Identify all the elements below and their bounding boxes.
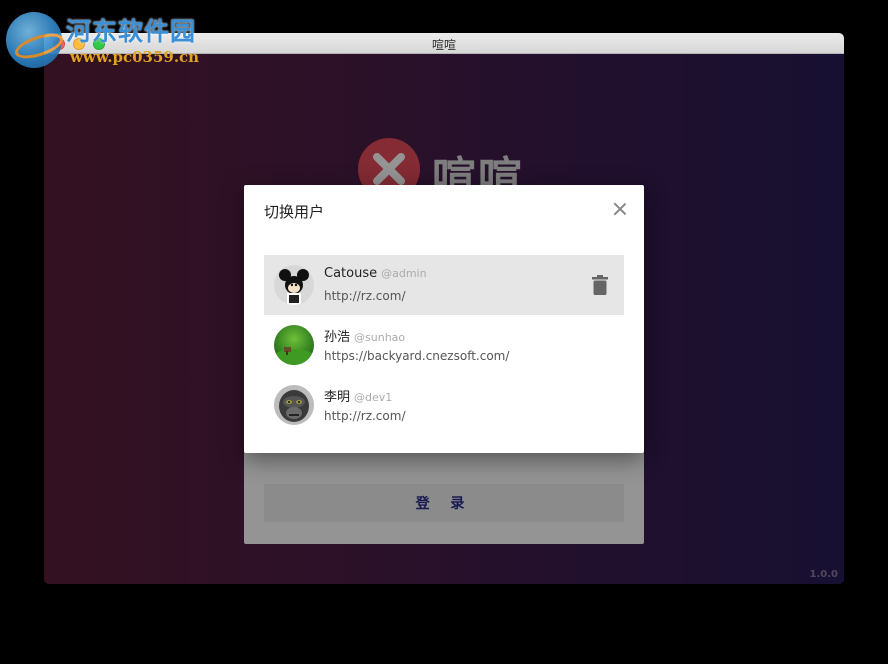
user-url: https://backyard.cnezsoft.com/: [324, 349, 510, 363]
user-name: 孙浩 @sunhao: [324, 330, 406, 345]
gorilla-avatar: [274, 385, 314, 425]
watermark: 河东软件园 www.pc0359.cn: [4, 10, 214, 70]
user-url: http://rz.com/: [324, 409, 406, 423]
switch-user-dialog: 切换用户 Catouse @admin http://rz.com/ 孙浩 @s…: [244, 185, 644, 453]
user-handle: @dev1: [354, 391, 393, 404]
user-item-catouse[interactable]: Catouse @admin http://rz.com/: [264, 255, 624, 315]
grass-avatar: [274, 325, 314, 365]
user-item-sunhao[interactable]: 孙浩 @sunhao https://backyard.cnezsoft.com/: [264, 315, 624, 375]
user-handle: @sunhao: [354, 331, 406, 344]
user-handle: @admin: [381, 267, 427, 280]
trash-icon[interactable]: [592, 275, 608, 295]
user-list: Catouse @admin http://rz.com/ 孙浩 @sunhao…: [264, 255, 624, 435]
watermark-url: www.pc0359.cn: [70, 48, 200, 66]
user-name: 李明 @dev1: [324, 390, 393, 405]
app-content: 喧喧 登 录 1.0.0 切换用户 Catouse @admin http://…: [44, 54, 844, 584]
close-icon[interactable]: [610, 199, 630, 219]
user-item-liming[interactable]: 李明 @dev1 http://rz.com/: [264, 375, 624, 435]
dialog-title: 切换用户: [264, 203, 325, 221]
watermark-title: 河东软件园: [66, 17, 197, 46]
mickey-avatar: [274, 265, 314, 305]
app-window: 喧喧 喧喧 登 录 1.0.0 切换用户 Catouse @admin http…: [44, 33, 844, 584]
user-url: http://rz.com/: [324, 289, 406, 303]
user-name: Catouse @admin: [324, 266, 427, 281]
watermark-logo-icon: [6, 12, 62, 68]
